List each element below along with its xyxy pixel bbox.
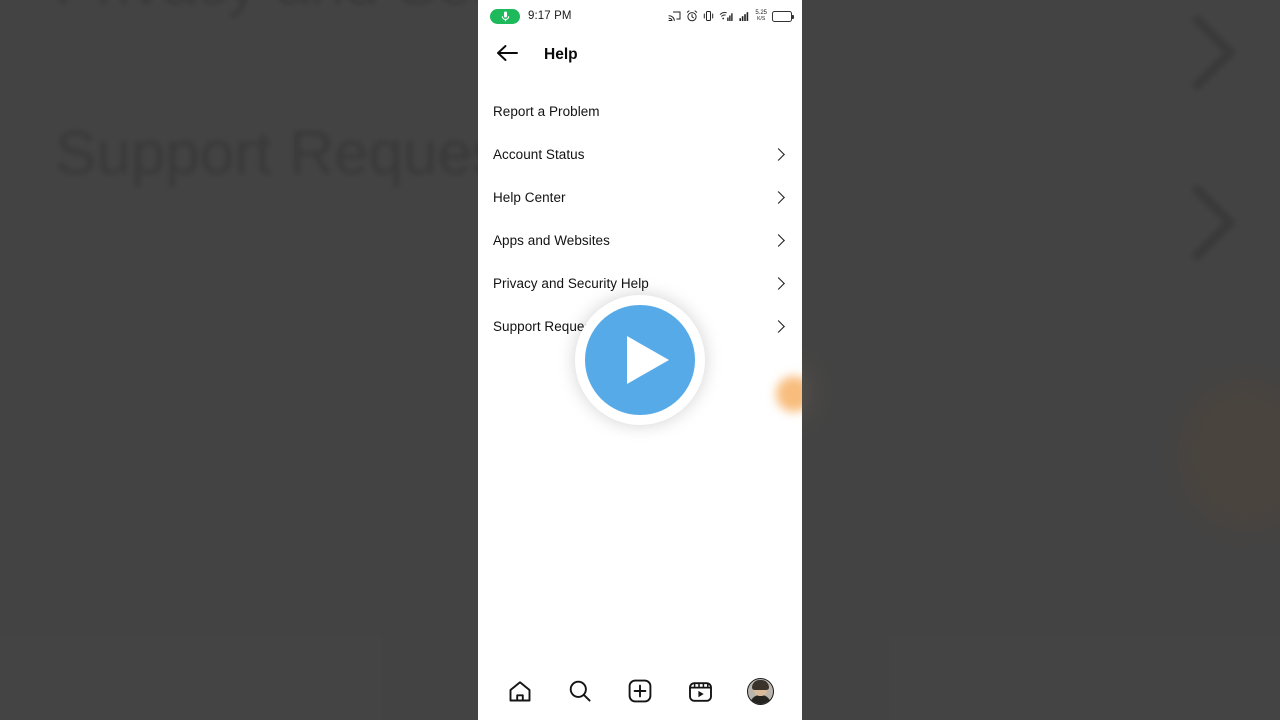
nav-reels-button[interactable] [680, 671, 720, 711]
chevron-right-icon [772, 191, 785, 204]
menu-item-apps-and-websites[interactable]: Apps and Websites [478, 219, 802, 262]
menu-item-label: Account Status [493, 147, 585, 162]
app-header: Help [478, 32, 802, 78]
page-title: Help [544, 46, 578, 63]
menu-item-help-center[interactable]: Help Center [478, 176, 802, 219]
network-speed: 5.25 K/S [755, 10, 767, 22]
screenshot-root: ıı ıı ıı ıı ıı ıı ıı ıı ıı Privacy and S… [0, 0, 1280, 720]
profile-avatar [746, 677, 774, 705]
chevron-right-icon [772, 234, 785, 247]
chevron-right-icon [772, 277, 785, 290]
menu-item-label: Privacy and Security Help [493, 276, 649, 291]
status-bar-icons: 5.25 K/S [668, 10, 794, 22]
battery-icon [772, 10, 794, 22]
screen-edge-blob [776, 376, 802, 412]
signal-wifi-icon [719, 10, 734, 22]
status-bar: 9:17 PM 5.25 K/S [478, 0, 802, 32]
nav-home-button[interactable] [500, 671, 540, 711]
reels-icon [688, 679, 713, 703]
nav-create-button[interactable] [620, 671, 660, 711]
menu-item-account-status[interactable]: Account Status [478, 133, 802, 176]
arrow-left-icon [496, 44, 518, 67]
play-triangle-icon [627, 336, 669, 384]
menu-item-label: Apps and Websites [493, 233, 610, 248]
menu-item-label: Help Center [493, 190, 566, 205]
status-time: 9:17 PM [528, 10, 572, 22]
vibrate-icon [703, 10, 714, 22]
add-post-icon [628, 679, 652, 703]
microphone-icon [490, 8, 520, 24]
cast-icon [668, 11, 681, 22]
home-icon [508, 680, 532, 703]
signal-bars-icon [739, 10, 750, 22]
search-icon [568, 679, 592, 703]
network-speed-unit: K/S [757, 16, 766, 22]
alarm-clock-icon [686, 10, 698, 22]
chevron-right-icon [772, 148, 785, 161]
bottom-navigation-bar [478, 668, 802, 720]
nav-search-button[interactable] [560, 671, 600, 711]
back-button[interactable] [492, 40, 522, 70]
nav-profile-button[interactable] [740, 671, 780, 711]
menu-item-report-a-problem[interactable]: Report a Problem [478, 90, 802, 133]
play-button-overlay[interactable] [575, 295, 705, 425]
menu-item-label: Report a Problem [493, 104, 600, 119]
chevron-right-icon [772, 320, 785, 333]
